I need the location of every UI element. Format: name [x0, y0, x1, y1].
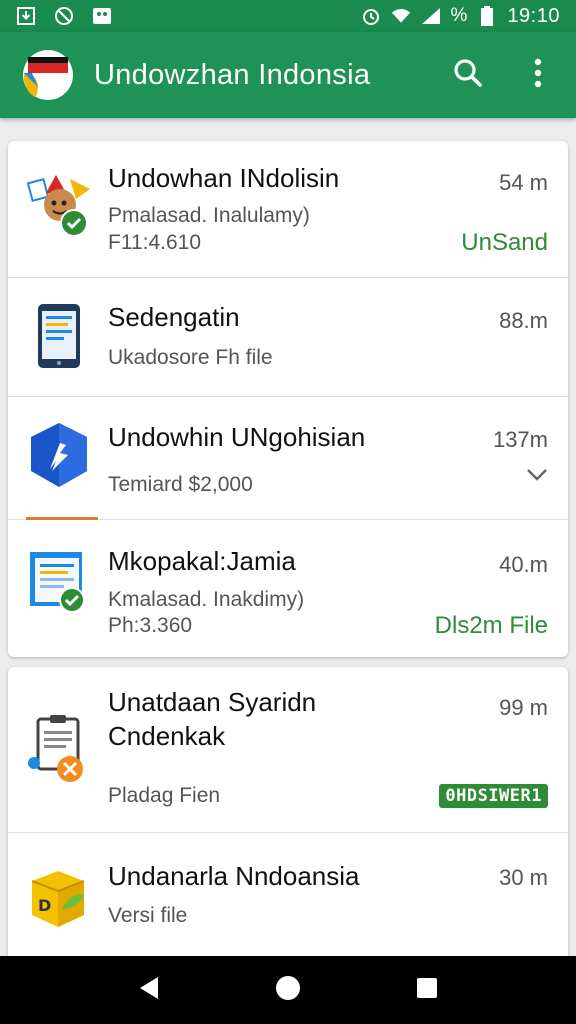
item-title: Undowhin UNgohisian: [108, 422, 366, 452]
file-list-card: Undowhan INdolisin Pmalasad. Inalulamy) …: [8, 141, 568, 657]
item-subtitle: Pladag Fien: [108, 784, 221, 807]
photo-notification-icon: [92, 6, 112, 26]
back-button[interactable]: [129, 970, 169, 1010]
item-meta: Ph:3.360: [108, 614, 193, 637]
app-title: Undowzhan Indonsia: [94, 58, 371, 91]
app-bar: Undowzhan Indonsia: [0, 32, 576, 118]
item-subtitle: Pmalasad. Inalulamy): [108, 204, 310, 227]
wifi-icon: [391, 6, 411, 26]
app-actions: [448, 55, 558, 95]
list-item[interactable]: Mkopakal:Jamia Kmalasad. Inakdimy) Ph:3.…: [8, 520, 568, 657]
svg-text:D: D: [38, 896, 51, 915]
more-options-button[interactable]: [518, 55, 558, 95]
home-icon: [275, 975, 301, 1006]
item-title: Undowhan INdolisin: [108, 163, 340, 193]
home-button[interactable]: [268, 970, 308, 1010]
item-status: Dls2m File: [434, 612, 548, 639]
list-item[interactable]: D Undanarla Nndoansia Versi file 30 m: [8, 833, 568, 957]
status-time: 19:10: [507, 4, 560, 27]
item-title: Sedengatin: [108, 302, 240, 332]
alarm-icon: [361, 6, 381, 26]
search-button[interactable]: [448, 55, 488, 95]
item-size: 40.m: [499, 552, 548, 577]
item-size: 30 m: [499, 865, 548, 890]
back-icon: [138, 976, 160, 1005]
file-list-card: Unatdaan Syaridn Cndenkak Pladag Fien 99…: [8, 667, 568, 957]
download-notification-icon: [16, 6, 36, 26]
list-item[interactable]: Unatdaan Syaridn Cndenkak Pladag Fien 99…: [8, 667, 568, 833]
list-item[interactable]: Sedengatin Ukadosore Fh file 88.m: [8, 278, 568, 397]
item-subtitle: Kmalasad. Inakdimy): [108, 588, 305, 611]
item-title: Unatdaan Syaridn: [108, 687, 317, 717]
item-size: 88.m: [499, 308, 548, 333]
item-title: Mkopakal:Jamia: [108, 546, 296, 576]
battery-icon: [477, 6, 497, 26]
item-meta: F11:4.610: [108, 231, 202, 254]
system-nav-bar: [0, 956, 576, 1024]
colorful-app-icon: [26, 171, 92, 237]
recents-icon: [416, 977, 438, 1004]
cell-signal-icon: [421, 6, 441, 26]
document-window-icon: [26, 548, 92, 614]
item-subtitle: Temiard $2,000: [108, 473, 253, 496]
chevron-down-icon[interactable]: [526, 468, 548, 487]
list-item[interactable]: Undowhan INdolisin Pmalasad. Inalulamy) …: [8, 141, 568, 278]
more-vert-icon: [533, 58, 543, 93]
item-size: 137m: [492, 427, 548, 452]
blue-hexagon-app-icon: [26, 421, 92, 487]
item-size: 54 m: [499, 170, 548, 195]
item-subtitle: Versi file: [108, 904, 188, 927]
status-badge: 0HDSIWER1: [439, 784, 548, 808]
app-logo-icon: [22, 49, 74, 101]
no-signal-icon: [54, 6, 74, 26]
status-left-icons: [16, 6, 112, 26]
yellow-box-icon: D: [26, 865, 92, 931]
item-size: 99 m: [499, 695, 548, 720]
item-subtitle: Ukadosore Fh file: [108, 346, 273, 369]
status-right-icons: % 19:10: [361, 5, 560, 28]
item-title-line2: Cndenkak: [108, 721, 226, 751]
battery-percent-text: %: [450, 5, 468, 26]
tablet-document-icon: [26, 302, 92, 368]
item-status: UnSand: [461, 229, 548, 256]
search-icon: [453, 58, 483, 93]
status-bar: % 19:10: [0, 0, 576, 32]
recents-button[interactable]: [407, 970, 447, 1010]
clipboard-document-icon: [26, 713, 92, 782]
item-title: Undanarla Nndoansia: [108, 861, 360, 891]
list-item[interactable]: Undowhin UNgohisian Temiard $2,000 137m: [8, 397, 568, 520]
